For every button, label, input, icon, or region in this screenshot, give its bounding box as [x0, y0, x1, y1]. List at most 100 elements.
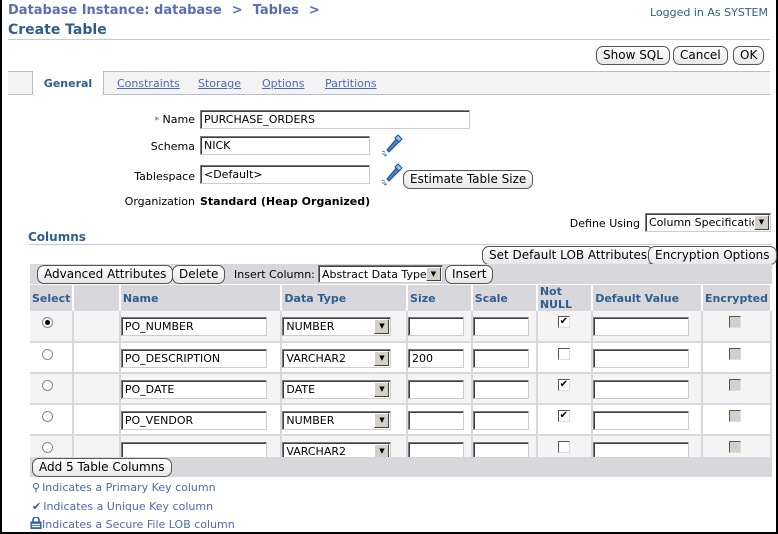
select-radio[interactable]: [42, 411, 53, 422]
column-name-input[interactable]: PO_DATE: [120, 380, 267, 399]
default-value-input[interactable]: [593, 411, 690, 430]
not-null-cell: ✔: [536, 311, 594, 343]
header-icons: [73, 285, 121, 311]
default-value-cell: [592, 373, 704, 405]
set-default-lob-attributes-button[interactable]: Set Default LOB Attributes: [482, 246, 655, 265]
encrypted-checkbox[interactable]: [729, 316, 742, 328]
scale-cell: [471, 311, 538, 343]
default-value-input[interactable]: [593, 317, 690, 336]
key-icon: ⚲: [32, 481, 41, 494]
section-divider: [28, 244, 772, 245]
delete-button[interactable]: Delete: [172, 265, 226, 284]
encrypted-cell: [702, 404, 772, 436]
encrypted-checkbox[interactable]: [729, 441, 742, 453]
header-name: Name: [119, 285, 283, 311]
column-name-input[interactable]: PO_DESCRIPTION: [120, 349, 267, 368]
tablespace-input[interactable]: <Default>: [200, 165, 370, 184]
not-null-checkbox[interactable]: ✔: [557, 379, 570, 391]
data-type-cell: NUMBER ▼: [281, 404, 409, 436]
size-input[interactable]: [408, 411, 465, 430]
scale-input[interactable]: [472, 411, 529, 430]
default-value-input[interactable]: [593, 349, 690, 368]
add-table-columns-button[interactable]: Add 5 Table Columns: [32, 458, 172, 477]
insert-button[interactable]: Insert: [445, 265, 494, 284]
size-cell: [407, 404, 473, 436]
header-scale: Scale: [471, 285, 538, 311]
tab-general[interactable]: General: [32, 71, 104, 96]
header-size: Size: [407, 285, 473, 311]
data-type-cell: NUMBER ▼: [281, 311, 409, 343]
schema-label: Schema: [150, 140, 195, 153]
name-cell: PO_DATE: [119, 373, 283, 405]
scale-input[interactable]: [472, 349, 529, 368]
define-using-select[interactable]: Column Specification ▼: [645, 213, 771, 232]
not-null-cell: ✔: [536, 404, 594, 436]
size-input[interactable]: [408, 380, 465, 399]
icons-cell: [73, 373, 121, 405]
data-type-select[interactable]: VARCHAR2 ▼: [282, 349, 392, 368]
select-radio[interactable]: [42, 442, 53, 453]
table-row: PO_NUMBER NUMBER ▼ ✔: [30, 311, 772, 343]
name-input[interactable]: PURCHASE_ORDERS: [200, 110, 470, 129]
insert-column-type-select[interactable]: Abstract Data Type ▼: [318, 265, 443, 283]
page-title: Create Table: [8, 22, 107, 38]
chevron-down-icon: ▼: [754, 215, 769, 230]
encrypted-checkbox[interactable]: [729, 348, 742, 360]
encrypted-checkbox[interactable]: [729, 379, 742, 391]
schema-input[interactable]: NICK: [200, 136, 370, 155]
select-radio[interactable]: [42, 349, 53, 360]
icons-cell: [73, 342, 121, 374]
header-encrypted: Encrypted: [702, 285, 772, 311]
breadcrumb-database-instance[interactable]: Database Instance: database: [8, 3, 222, 18]
header-not-null: Not NULL: [536, 285, 594, 311]
organization-value: Standard (Heap Organized): [200, 195, 371, 208]
data-type-cell: DATE ▼: [281, 373, 409, 405]
select-cell: [30, 342, 75, 374]
show-sql-button[interactable]: Show SQL: [596, 46, 670, 65]
default-value-cell: [592, 342, 704, 374]
scale-cell: [471, 404, 538, 436]
size-input[interactable]: 200: [408, 349, 465, 368]
tab-partitions[interactable]: Partitions: [325, 77, 377, 90]
not-null-checkbox[interactable]: [557, 348, 570, 360]
not-null-cell: [536, 342, 594, 374]
scale-input[interactable]: [472, 317, 529, 336]
data-type-select[interactable]: DATE ▼: [282, 380, 392, 399]
select-cell: [30, 373, 75, 405]
header-default-value: Default Value: [592, 285, 704, 311]
name-cell: PO_VENDOR: [119, 404, 283, 436]
size-cell: 200: [407, 342, 473, 374]
columns-section-title: Columns: [28, 230, 86, 244]
default-value-cell: [592, 404, 704, 436]
column-name-input[interactable]: PO_VENDOR: [120, 411, 267, 430]
breadcrumb-separator: >: [308, 3, 320, 18]
default-value-cell: [592, 311, 704, 343]
default-value-input[interactable]: [593, 380, 690, 399]
ok-button[interactable]: OK: [733, 46, 765, 65]
breadcrumb: Database Instance: database > Tables >: [8, 3, 330, 18]
not-null-checkbox[interactable]: ✔: [557, 316, 570, 328]
data-type-select[interactable]: NUMBER ▼: [282, 411, 392, 430]
advanced-attributes-button[interactable]: Advanced Attributes: [37, 265, 174, 284]
encrypted-checkbox[interactable]: [729, 410, 742, 422]
not-null-checkbox[interactable]: [557, 441, 570, 453]
breadcrumb-tables[interactable]: Tables: [253, 3, 299, 18]
select-radio[interactable]: [42, 380, 53, 391]
tab-options[interactable]: Options: [262, 77, 304, 90]
column-name-input[interactable]: PO_NUMBER: [120, 317, 267, 336]
flashlight-search-icon[interactable]: [379, 134, 403, 158]
chevron-down-icon: ▼: [374, 319, 390, 334]
flashlight-search-icon[interactable]: [379, 163, 403, 187]
name-cell: PO_DESCRIPTION: [119, 342, 283, 374]
scale-input[interactable]: [472, 380, 529, 399]
encryption-options-button[interactable]: Encryption Options: [648, 246, 777, 265]
insert-column-label: Insert Column:: [234, 268, 315, 281]
data-type-select[interactable]: NUMBER ▼: [282, 317, 392, 336]
tab-storage[interactable]: Storage: [198, 77, 241, 90]
tab-constraints[interactable]: Constraints: [117, 77, 180, 90]
select-radio[interactable]: [42, 317, 53, 328]
size-input[interactable]: [408, 317, 465, 336]
not-null-checkbox[interactable]: ✔: [557, 410, 570, 422]
estimate-table-size-button[interactable]: Estimate Table Size: [403, 170, 534, 189]
cancel-button[interactable]: Cancel: [673, 46, 728, 65]
